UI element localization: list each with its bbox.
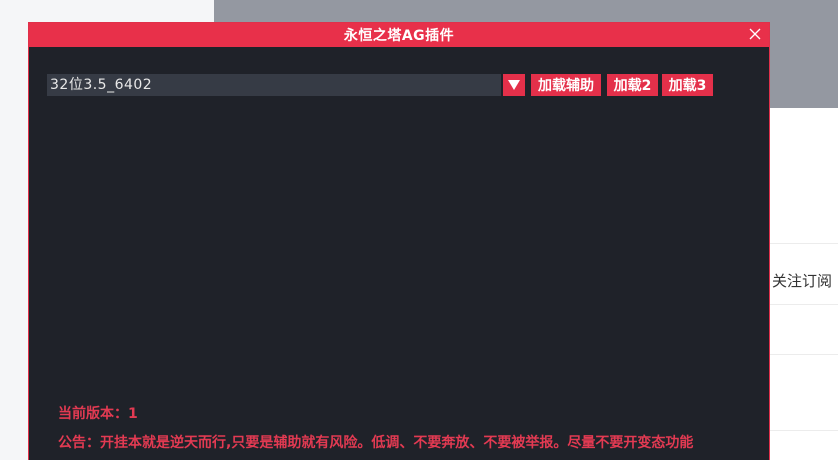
notice: 公告：开挂本就是逆天而行,只要是辅助就有风险。低调、不要奔放、不要被举报。尽量不… bbox=[58, 432, 693, 452]
close-icon[interactable] bbox=[747, 26, 763, 42]
current-version: 当前版本：1 bbox=[58, 403, 138, 423]
plugin-window: 永恒之塔AG插件 32位3.5_6402 加载辅助 加载2 加载3 当前版本：1… bbox=[29, 23, 769, 460]
window-titlebar[interactable]: 永恒之塔AG插件 bbox=[29, 23, 769, 47]
window-title: 永恒之塔AG插件 bbox=[343, 28, 455, 44]
current-version-label: 当前版本： bbox=[58, 406, 128, 422]
triangle-down-icon bbox=[507, 76, 521, 95]
background-divider bbox=[768, 304, 838, 305]
background-divider bbox=[768, 243, 838, 244]
load-3-button[interactable]: 加载3 bbox=[662, 74, 713, 96]
current-version-value: 1 bbox=[128, 406, 138, 422]
load-2-button[interactable]: 加载2 bbox=[607, 74, 658, 96]
follow-subscribe-link[interactable]: 关注订阅 bbox=[772, 270, 832, 291]
notice-text: 开挂本就是逆天而行,只要是辅助就有风险。低调、不要奔放、不要被举报。尽量不要开变… bbox=[100, 435, 694, 451]
notice-label: 公告： bbox=[58, 435, 100, 451]
load-assist-button[interactable]: 加载辅助 bbox=[531, 74, 601, 96]
background-divider bbox=[768, 430, 838, 431]
version-select[interactable]: 32位3.5_6402 bbox=[47, 74, 501, 96]
dropdown-button[interactable] bbox=[503, 74, 525, 96]
background-divider bbox=[768, 354, 838, 355]
